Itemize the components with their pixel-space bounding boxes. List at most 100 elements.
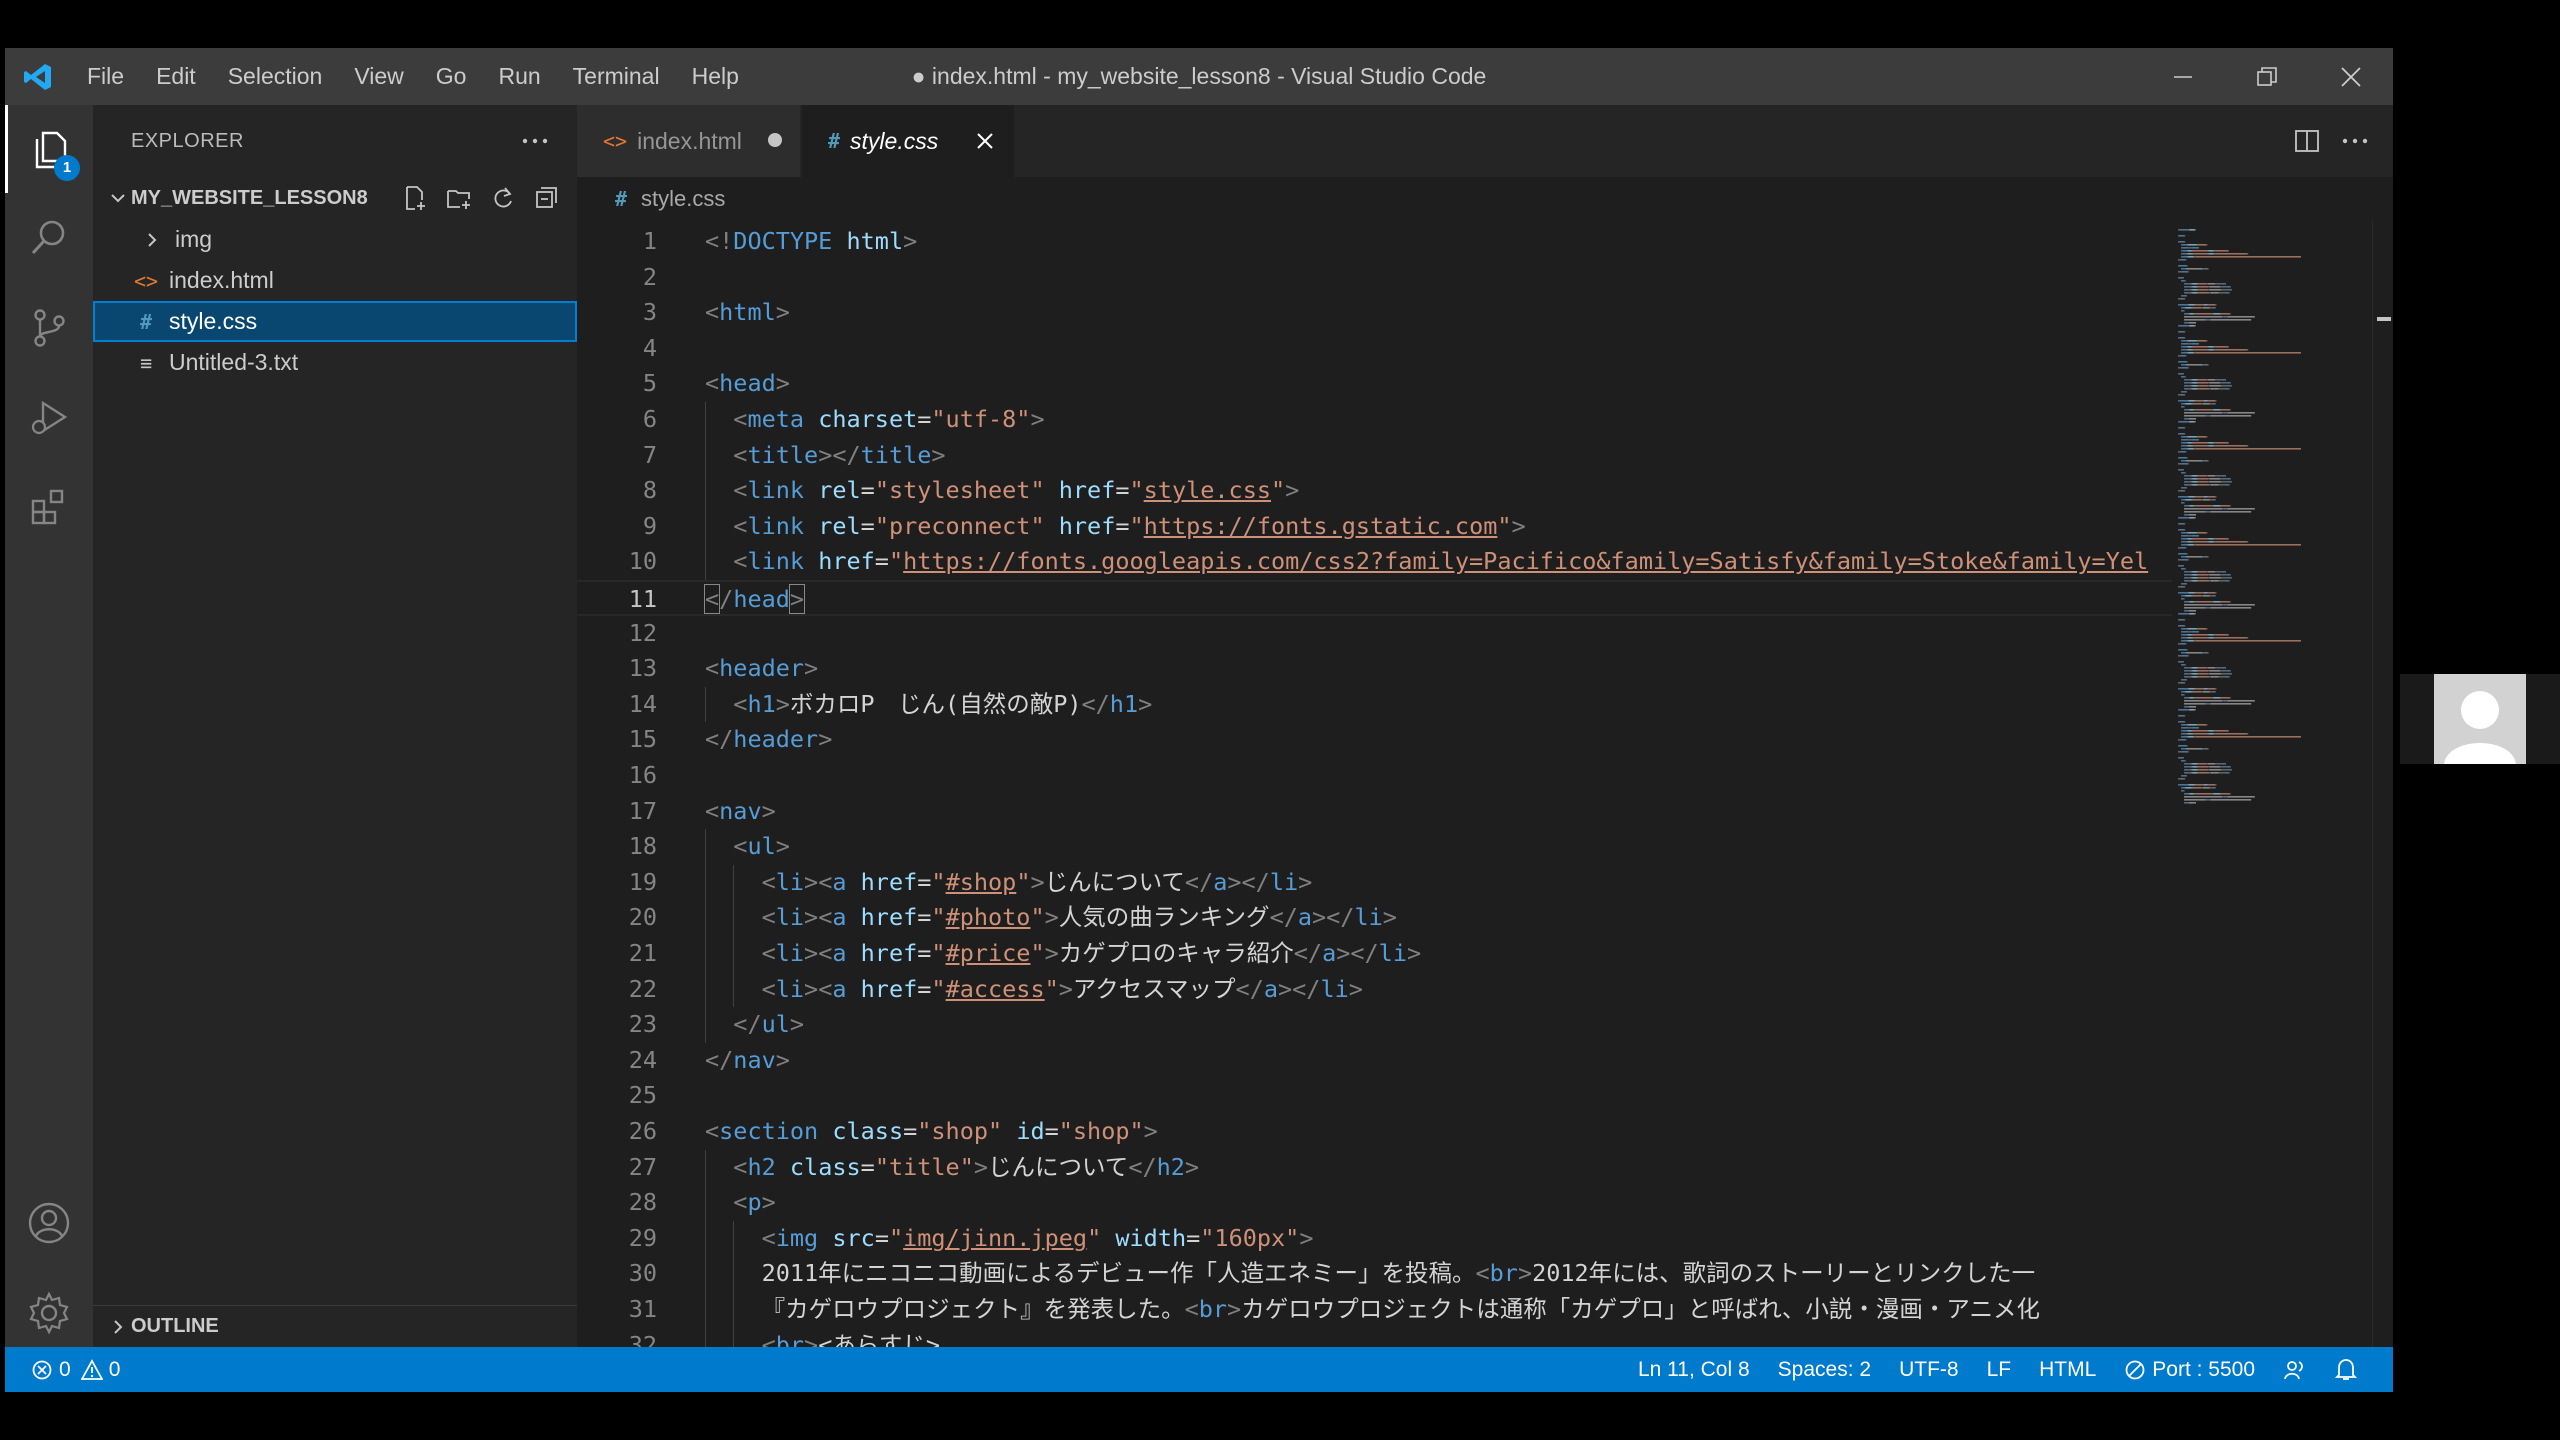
code-text: </ul> bbox=[733, 1010, 805, 1039]
status-live-server[interactable]: Port : 5500 bbox=[2110, 1347, 2269, 1392]
html-file-icon: <> bbox=[133, 268, 159, 293]
ellipsis-icon bbox=[2342, 138, 2368, 144]
code-line[interactable]: 27 <h2 class="title">じんについて</h2> bbox=[577, 1149, 2172, 1186]
split-editor-button[interactable] bbox=[2283, 117, 2331, 165]
line-number: 18 bbox=[628, 832, 657, 861]
code-line[interactable]: 9 <link rel="preconnect" href="https://fo… bbox=[577, 508, 2172, 545]
activity-accounts[interactable] bbox=[5, 1179, 93, 1267]
code-line[interactable]: 17 <nav> bbox=[577, 794, 2172, 830]
editor-more-actions-button[interactable] bbox=[2331, 117, 2379, 165]
explorer-sidebar: EXPLORER MY_WEBSITE_LESSON8 img <> index… bbox=[93, 105, 577, 1347]
activity-manage[interactable] bbox=[5, 1269, 93, 1357]
activity-search[interactable] bbox=[5, 193, 93, 281]
vscode-window: File Edit Selection View Go Run Terminal… bbox=[5, 48, 2393, 1392]
line-number: 21 bbox=[628, 939, 657, 967]
new-file-button[interactable] bbox=[393, 177, 437, 219]
status-notifications-button[interactable] bbox=[2321, 1347, 2371, 1392]
status-eol[interactable]: LF bbox=[1973, 1347, 2026, 1392]
source-control-icon bbox=[34, 309, 65, 347]
participant-video-tile bbox=[2400, 674, 2560, 764]
code-line[interactable]: 7 <title></title> bbox=[577, 437, 2172, 474]
line-number: 30 bbox=[628, 1259, 657, 1288]
code-editor[interactable]: 1 <!DOCTYPE html> 2 3 <html> 4 5 <head> 6 <meta c… bbox=[577, 221, 2172, 1347]
code-line[interactable]: 23 </ul> bbox=[577, 1007, 2172, 1043]
code-line[interactable]: 13 <header> bbox=[577, 651, 2172, 687]
code-line[interactable]: 1 <!DOCTYPE html> bbox=[577, 224, 2172, 260]
line-number: 32 bbox=[628, 1330, 657, 1347]
tree-item-img-folder[interactable]: img bbox=[93, 219, 577, 260]
tab-label: style.css bbox=[850, 127, 939, 154]
code-line[interactable]: 29 <img src="img/jinn.jpeg" width="160px"… bbox=[577, 1220, 2172, 1257]
collapse-folders-button[interactable] bbox=[525, 177, 569, 219]
code-line[interactable]: 30 2011年にニコニコ動画によるデビュー作「人造エネミー」を投稿。<br>20… bbox=[577, 1256, 2172, 1292]
breadcrumb-file[interactable]: style.css bbox=[641, 186, 725, 212]
minimap[interactable] bbox=[2172, 221, 2372, 1347]
code-line[interactable]: 15 </header> bbox=[577, 722, 2172, 758]
code-line[interactable]: 26 <section class="shop" id="shop"> bbox=[577, 1114, 2172, 1150]
code-line[interactable]: 3 <html> bbox=[577, 295, 2172, 331]
close-tab-button[interactable] bbox=[972, 128, 998, 154]
tree-item-label: img bbox=[175, 226, 213, 252]
code-line[interactable]: 28 <p> bbox=[577, 1185, 2172, 1221]
vertical-scrollbar[interactable] bbox=[2372, 221, 2393, 1347]
code-line[interactable]: 24 </nav> bbox=[577, 1043, 2172, 1079]
unsaved-dot-icon[interactable] bbox=[768, 133, 782, 147]
code-text: <h1>ボカロP じん(自然の敵P)</h1> bbox=[733, 689, 1153, 718]
code-line[interactable]: 11 </head> bbox=[577, 580, 2172, 616]
code-line[interactable]: 32 <br><あらすじ> bbox=[577, 1327, 2172, 1347]
status-language-mode[interactable]: HTML bbox=[2025, 1347, 2110, 1392]
breadcrumb[interactable]: # style.css bbox=[577, 177, 2393, 221]
menu-terminal[interactable]: Terminal bbox=[557, 48, 676, 105]
code-line[interactable]: 12 bbox=[577, 616, 2172, 652]
tree-item-index-html[interactable]: <> index.html bbox=[93, 260, 577, 301]
status-encoding[interactable]: UTF-8 bbox=[1885, 1347, 1973, 1392]
menu-run[interactable]: Run bbox=[482, 48, 556, 105]
menu-file[interactable]: File bbox=[71, 48, 140, 105]
explorer-more-actions-button[interactable] bbox=[517, 123, 553, 159]
activity-source-control[interactable] bbox=[5, 283, 93, 371]
code-line[interactable]: 20 <li><a href="#photo">人気の曲ランキング</a></li… bbox=[577, 900, 2172, 936]
status-problems[interactable]: 0 0 bbox=[31, 1347, 120, 1392]
status-indentation[interactable]: Spaces: 2 bbox=[1764, 1347, 1885, 1392]
code-line[interactable]: 19 <li><a href="#shop">じんについて</a></li> bbox=[577, 864, 2172, 901]
tree-item-style-css[interactable]: # style.css bbox=[93, 301, 577, 342]
activity-explorer[interactable]: 1 bbox=[5, 105, 93, 193]
new-folder-button[interactable] bbox=[437, 177, 481, 219]
code-line[interactable]: 2 bbox=[577, 260, 2172, 296]
new-file-icon bbox=[406, 186, 425, 210]
indent-guide bbox=[733, 864, 735, 901]
code-line[interactable]: 6 <meta charset="utf-8"> bbox=[577, 402, 2172, 438]
code-line[interactable]: 21 <li><a href="#price">カゲプロのキャラ紹介</a></l… bbox=[577, 936, 2172, 972]
code-text: <ul> bbox=[733, 832, 790, 861]
tree-item-untitled-txt[interactable]: ≡ Untitled-3.txt bbox=[93, 342, 577, 383]
code-line[interactable]: 18 <ul> bbox=[577, 829, 2172, 865]
indent-guide bbox=[705, 402, 706, 438]
close-window-button[interactable] bbox=[2309, 48, 2393, 105]
code-line[interactable]: 10 <link href="https://fonts.googleapis.c… bbox=[577, 544, 2172, 580]
tab-style-css[interactable]: # style.css bbox=[802, 105, 1014, 177]
code-line[interactable]: 25 bbox=[577, 1078, 2172, 1114]
menu-help[interactable]: Help bbox=[676, 48, 755, 105]
folder-section-header[interactable]: MY_WEBSITE_LESSON8 bbox=[93, 177, 577, 219]
minimize-button[interactable] bbox=[2141, 48, 2225, 105]
status-feedback-button[interactable] bbox=[2269, 1347, 2321, 1392]
activity-extensions[interactable] bbox=[5, 463, 93, 551]
tab-index-html[interactable]: <> index.html bbox=[577, 105, 801, 177]
code-line[interactable]: 4 bbox=[577, 331, 2172, 367]
outline-section-header[interactable]: OUTLINE bbox=[93, 1305, 577, 1347]
activity-run-debug[interactable] bbox=[5, 373, 93, 461]
menu-go[interactable]: Go bbox=[420, 48, 483, 105]
code-text: <h2 class="title">じんについて</h2> bbox=[733, 1152, 1200, 1181]
code-line[interactable]: 14 <h1>ボカロP じん(自然の敵P)</h1> bbox=[577, 686, 2172, 723]
menu-view[interactable]: View bbox=[338, 48, 419, 105]
code-line[interactable]: 16 bbox=[577, 758, 2172, 794]
code-line[interactable]: 8 <link rel="stylesheet" href="style.css"… bbox=[577, 473, 2172, 509]
menu-edit[interactable]: Edit bbox=[140, 48, 212, 105]
code-line[interactable]: 31 『カゲロウプロジェクト』を発表した。<br>カゲロウプロジェクトは通称「カゲ… bbox=[577, 1292, 2172, 1328]
code-line[interactable]: 5 <head> bbox=[577, 366, 2172, 402]
refresh-explorer-button[interactable] bbox=[481, 177, 525, 219]
status-cursor-position[interactable]: Ln 11, Col 8 bbox=[1624, 1347, 1764, 1392]
restore-button[interactable] bbox=[2225, 48, 2309, 105]
code-line[interactable]: 22 <li><a href="#access">アクセスマップ</a></li> bbox=[577, 971, 2172, 1008]
menu-selection[interactable]: Selection bbox=[212, 48, 339, 105]
